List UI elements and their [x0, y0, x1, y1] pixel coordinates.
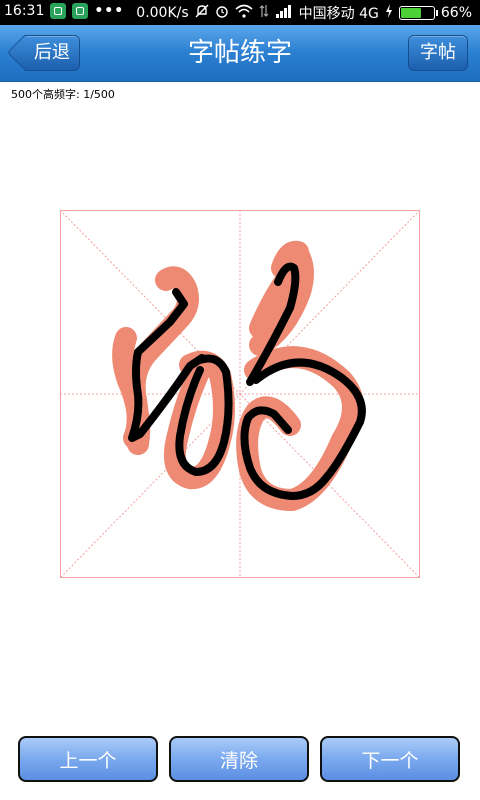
- carrier-text: 中国移动 4G: [298, 6, 379, 22]
- chat-notification-icon: [72, 3, 89, 19]
- back-button-label: 后退: [34, 42, 70, 63]
- data-transfer-icon: [259, 4, 269, 22]
- alarm-icon: [215, 4, 229, 22]
- back-button[interactable]: 后退: [24, 35, 80, 71]
- app-notification-icon: [50, 3, 67, 19]
- app-header: 字帖练字 后退 字帖: [0, 25, 480, 82]
- charging-icon: [385, 4, 393, 22]
- copybook-button[interactable]: 字帖: [408, 35, 468, 71]
- status-time: 16:31: [4, 3, 45, 19]
- net-speed: 0.00K/s: [136, 5, 189, 21]
- template-character: [112, 240, 364, 511]
- battery-icon: [398, 6, 438, 20]
- signal-icon: [275, 4, 293, 22]
- next-button[interactable]: 下一个: [320, 736, 460, 782]
- writing-grid: [60, 210, 420, 578]
- wifi-icon: [235, 4, 253, 22]
- writing-canvas[interactable]: [60, 210, 420, 578]
- clear-button[interactable]: 清除: [169, 736, 309, 782]
- previous-button[interactable]: 上一个: [18, 736, 158, 782]
- status-bar: 16:31 ••• 0.00K/s 中国移动 4G 66%: [0, 0, 480, 25]
- more-notifications-icon: •••: [94, 3, 125, 19]
- battery-percent: 66%: [440, 5, 472, 21]
- mute-icon: [195, 4, 209, 22]
- progress-text: 500个高频字: 1/500: [11, 88, 115, 101]
